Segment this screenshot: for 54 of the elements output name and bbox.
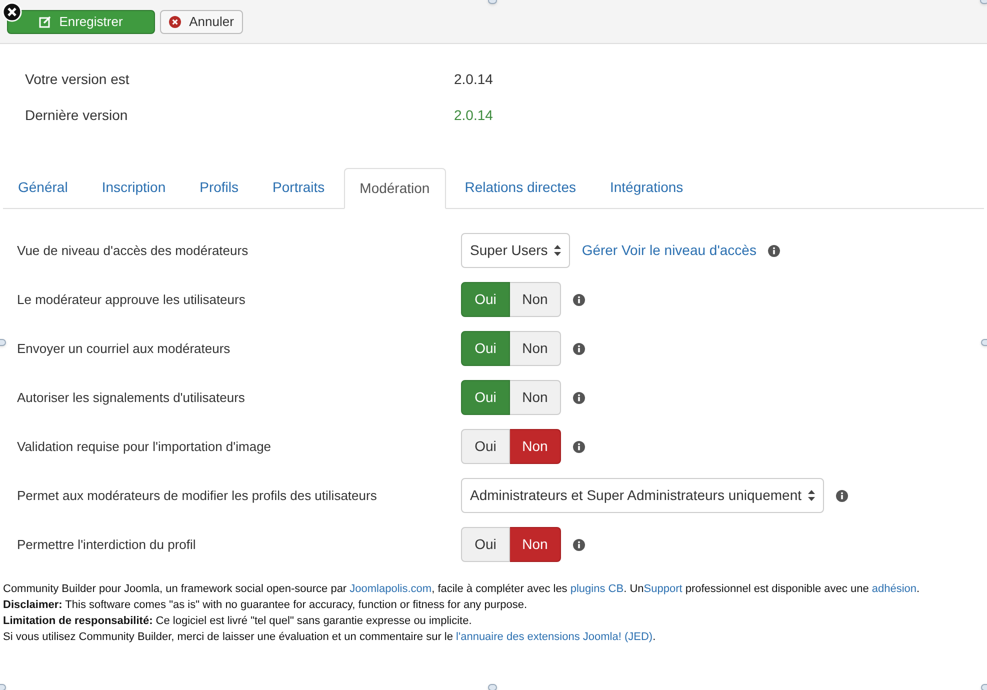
sort-arrows-icon [808, 490, 814, 501]
info-icon [573, 392, 585, 404]
save-button[interactable]: Enregistrer [7, 10, 155, 34]
tab[interactable]: Profils [184, 167, 254, 208]
yes-option[interactable]: Oui [461, 331, 510, 366]
footer-link[interactable]: Joomlapolis.com [350, 583, 432, 595]
setting-label: Le modérateur approuve les utilisateurs [17, 292, 246, 306]
resize-handle-icon[interactable] [488, 684, 497, 690]
yes-option[interactable]: Oui [461, 282, 510, 317]
version-value: 2.0.14 [454, 106, 493, 124]
setting-label: Permet aux modérateurs de modifier les profils des utilisateurs [17, 488, 377, 502]
footer-text: Disclaimer: This software comes "as is" with no guarantee for accuracy, function or fitness for any purpose. [3, 598, 528, 613]
setting-label: Envoyer un courriel aux modérateurs [17, 340, 230, 356]
info-icon [573, 294, 585, 306]
tab[interactable]: Portraits [258, 167, 340, 208]
setting-label: Validation requise pour l'importation d'image [17, 438, 272, 454]
version-label: Votre version est [24, 70, 130, 88]
footer-text: Limitation de responsabilité: Ce logiciel est livré "tel quel" sans garantie expresse ou implicite. [3, 614, 473, 629]
footer-text: Community Builder pour Joomla, un framework social open-source par Joomlapolis.com, facile à compléter avec les plugins CB. UnSupport professionnel est disponible avec une adhésion. [3, 582, 921, 597]
setting-label: Vue de niveau d'accès des modérateurs [17, 242, 248, 258]
footer-link[interactable]: plugins CB [570, 583, 624, 595]
no-option[interactable]: Non [510, 527, 561, 562]
cancel-button[interactable]: Annuler [160, 10, 243, 34]
tab[interactable]: Relations directes [450, 167, 591, 208]
info-icon [573, 440, 585, 452]
sort-arrows-icon [554, 245, 561, 256]
info-icon [573, 538, 585, 550]
access-level-link[interactable]: Gérer Voir le niveau d'accès [582, 240, 756, 261]
footer-link[interactable]: l'annuaire des extensions Joomla! (JED) [456, 631, 653, 643]
cancel-icon [169, 16, 182, 28]
no-option[interactable]: Non [510, 282, 561, 317]
no-option[interactable]: Non [510, 429, 561, 464]
tab[interactable]: Intégrations [594, 167, 698, 208]
tab[interactable]: Inscription [86, 167, 181, 208]
edit-icon [39, 16, 52, 28]
version-value: 2.0.14 [454, 70, 493, 88]
info-icon [573, 342, 585, 354]
yes-option[interactable]: Oui [461, 429, 510, 464]
footer-link[interactable]: Support [644, 583, 682, 595]
yes-option[interactable]: Oui [461, 380, 510, 415]
dropdown[interactable]: Administrateurs et Super Administrateurs uniquement [461, 478, 824, 513]
tab[interactable]: Modération [344, 168, 446, 209]
footer-link[interactable]: adhésion [872, 583, 917, 595]
no-option[interactable]: Non [510, 380, 561, 415]
setting-label: Permettre l'interdiction du profil [17, 536, 196, 552]
tab[interactable]: Général [3, 167, 83, 208]
version-label: Dernière version [24, 106, 129, 124]
no-option[interactable]: Non [510, 331, 561, 366]
setting-label: Autoriser les signalements d'utilisateurs [17, 390, 245, 404]
dropdown[interactable]: Super Users [461, 233, 570, 268]
info-icon [768, 244, 780, 256]
footer-text: Si vous utilisez Community Builder, merci de laisser une évaluation et un commentaire sur le l'annuaire des extensions Joomla! (JED). [3, 630, 657, 645]
info-icon [836, 490, 848, 502]
yes-option[interactable]: Oui [461, 527, 510, 562]
